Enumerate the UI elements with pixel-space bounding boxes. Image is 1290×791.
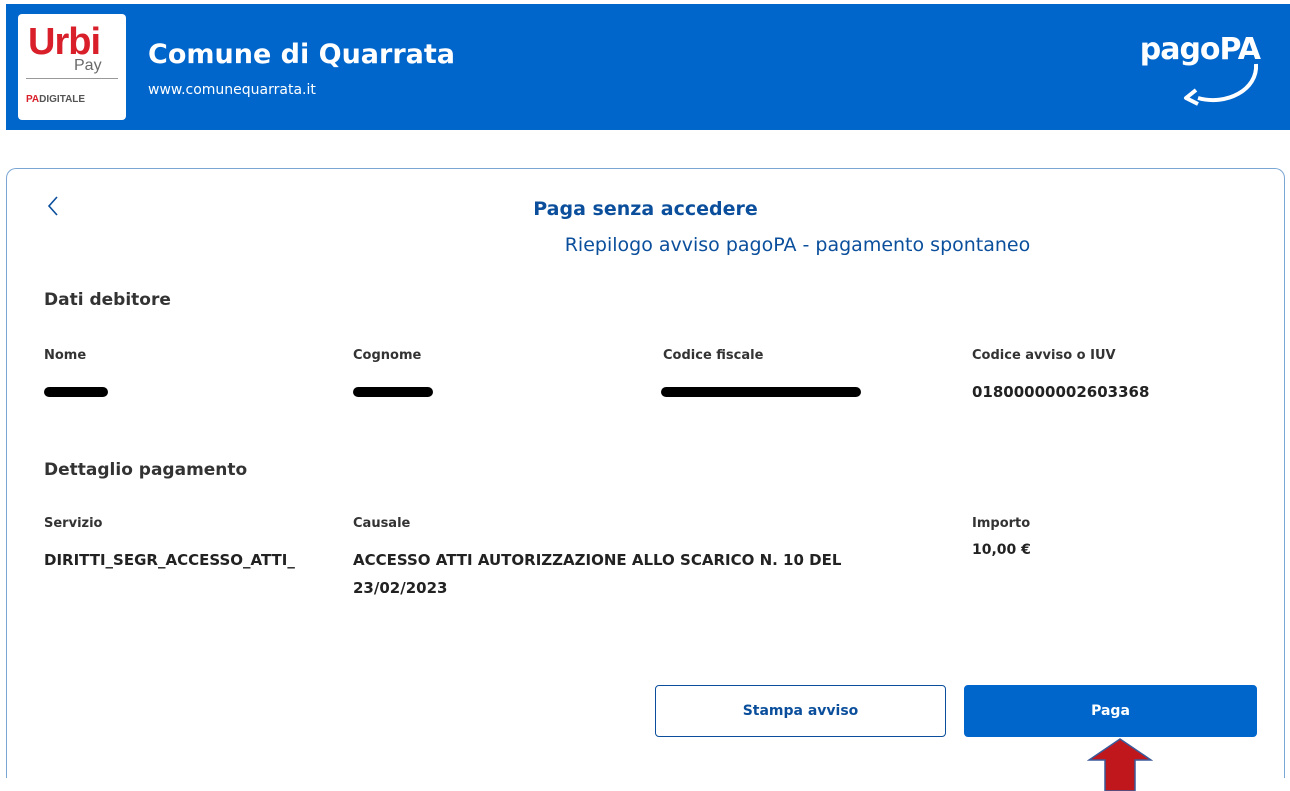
servizio-value: DIRITTI_SEGR_ACCESSO_ATTI_ [44, 551, 295, 569]
municipality-name: Comune di Quarrata [148, 39, 456, 70]
causale-value-line2: 23/02/2023 [353, 579, 448, 597]
logo-brand-sub: Pay [74, 57, 102, 74]
pagopa-logo: pagoPA [1140, 32, 1261, 108]
page-title: Paga senza accedere [533, 198, 758, 220]
payment-summary-card: Paga senza accedere Riepilogo avviso pag… [6, 168, 1285, 778]
cognome-redacted-value [353, 387, 433, 397]
debtor-section-heading: Dati debitore [44, 290, 171, 310]
nome-label: Nome [44, 348, 87, 363]
payment-section-heading: Dettaglio pagamento [44, 460, 248, 480]
app-header: Urbi Pay PADIGITALE Comune di Quarrata w… [6, 4, 1290, 130]
logo-tagline-rest: DIGITALE [39, 94, 86, 105]
causale-value-line1: ACCESSO ATTI AUTORIZZAZIONE ALLO SCARICO… [353, 551, 842, 569]
urbipay-logo[interactable]: Urbi Pay PADIGITALE [18, 14, 126, 120]
pagopa-arc-icon [1184, 63, 1259, 106]
annotation-arrow-icon [1087, 738, 1153, 791]
page-subtitle: Riepilogo avviso pagoPA - pagamento spon… [564, 234, 1031, 256]
logo-divider [26, 78, 118, 79]
logo-tagline: PADIGITALE [26, 94, 85, 106]
codice-fiscale-label: Codice fiscale [663, 348, 764, 363]
nome-redacted-value [44, 387, 108, 397]
importo-label: Importo [972, 516, 1031, 531]
print-notice-button[interactable]: Stampa avviso [655, 685, 946, 737]
iuv-value: 01800000002603368 [972, 383, 1150, 401]
municipality-url: www.comunequarrata.it [148, 82, 316, 98]
cognome-label: Cognome [353, 348, 422, 363]
importo-value: 10,00 € [972, 542, 1031, 558]
pay-button[interactable]: Paga [964, 685, 1257, 737]
codice-fiscale-redacted-value [661, 387, 861, 397]
servizio-label: Servizio [44, 516, 103, 531]
iuv-label: Codice avviso o IUV [972, 348, 1116, 363]
causale-label: Causale [353, 516, 411, 531]
logo-brand-text: Urbi [28, 21, 101, 63]
logo-tagline-pa: PA [26, 94, 40, 105]
